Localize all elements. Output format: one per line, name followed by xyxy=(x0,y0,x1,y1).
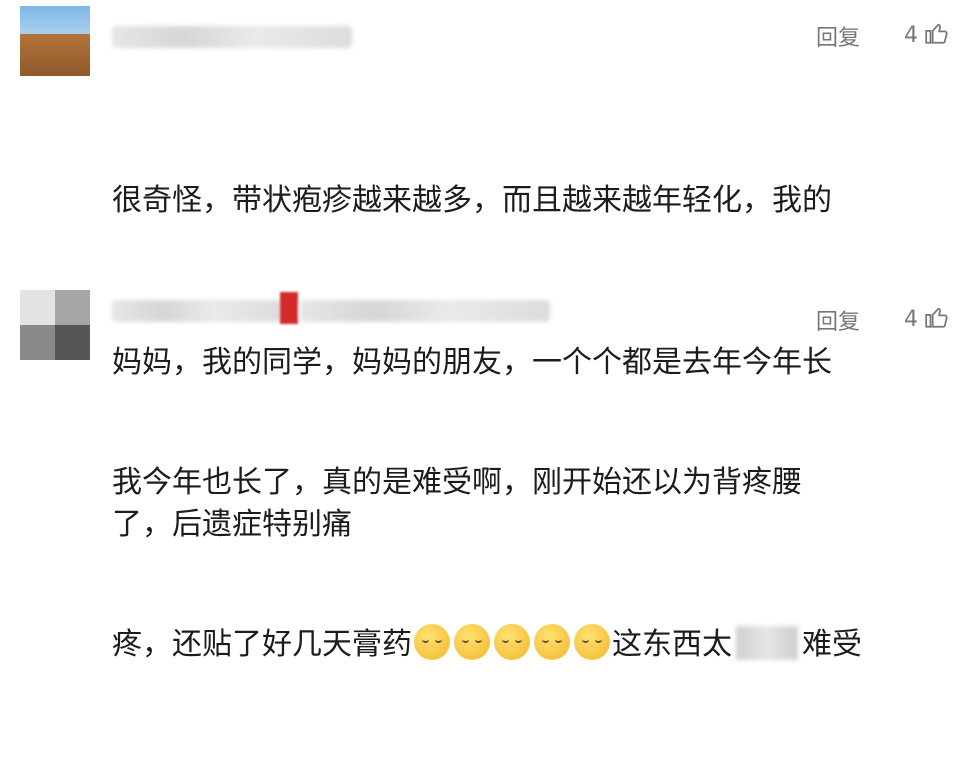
thumbs-up-icon xyxy=(924,304,950,336)
comment-fragment: 疼，还贴了好几天膏药 xyxy=(112,627,412,662)
crying-emoji-icon xyxy=(574,624,610,660)
like-count: 4 xyxy=(904,23,918,48)
avatar[interactable] xyxy=(20,290,90,360)
reply-button[interactable]: 回复 xyxy=(816,20,860,52)
crying-emoji-icon xyxy=(414,624,450,660)
comment-fragment: 难受 xyxy=(802,627,862,662)
like-button[interactable]: 4 xyxy=(904,304,950,336)
censor-blur xyxy=(736,626,798,660)
comment-fragment: 这东西太 xyxy=(612,627,732,662)
username-blurred[interactable] xyxy=(112,300,282,322)
badge-icon xyxy=(280,292,298,324)
comment-text: 我今年也长了，真的是难受啊，刚开始还以为背疼腰 疼，还贴了好几天膏药 这东西太 难受 xyxy=(112,348,960,780)
username-blurred xyxy=(300,300,550,322)
avatar[interactable] xyxy=(20,6,90,76)
like-count: 4 xyxy=(904,307,918,332)
comment-line: 疼，还贴了好几天膏药 这东西太 难受 xyxy=(112,618,960,672)
comment-line: 我今年也长了，真的是难受啊，刚开始还以为背疼腰 xyxy=(112,465,802,500)
thumbs-up-icon xyxy=(924,20,950,52)
username-blurred[interactable] xyxy=(112,26,352,48)
crying-emoji-icon xyxy=(494,624,530,660)
reply-button[interactable]: 回复 xyxy=(816,304,860,336)
comment-line: 很奇怪，带状疱疹越来越多，而且越来越年轻化，我的 xyxy=(112,183,832,218)
crying-emoji-icon xyxy=(534,624,570,660)
like-button[interactable]: 4 xyxy=(904,20,950,52)
crying-emoji-icon xyxy=(454,624,490,660)
